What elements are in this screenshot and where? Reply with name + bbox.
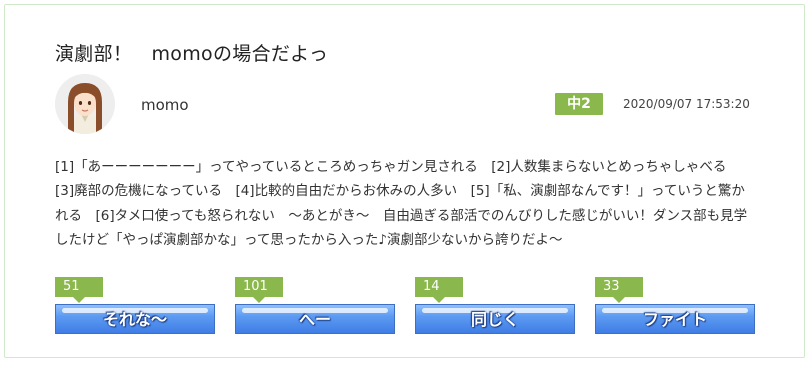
post-title: 演劇部！ momoの場合だよっ: [55, 43, 329, 65]
reaction-count: 14: [415, 277, 463, 303]
reaction-sorena-button[interactable]: それな〜: [55, 304, 215, 334]
reaction-fight-button[interactable]: ファイト: [595, 304, 755, 334]
reaction-label: ファイト: [642, 310, 707, 329]
username: momo: [141, 96, 189, 114]
post-body: [1]「あーーーーーーー」ってやっているところめっちゃガン見される [2]人数集…: [55, 159, 748, 249]
reaction-label: 同じく: [470, 310, 519, 329]
reaction-label: それな〜: [102, 310, 167, 329]
post-timestamp: 2020/09/07 17:53:20: [623, 97, 750, 111]
reaction-he-button[interactable]: へー: [235, 304, 395, 334]
reaction-count: 33: [595, 277, 643, 303]
avatar: [55, 74, 115, 134]
grade-badge: 中2: [555, 93, 603, 115]
reaction-fight: 33 ファイト: [595, 277, 755, 334]
post-card: 演劇部！ momoの場合だよっ momo 中2 2020/09/07 17:53…: [4, 4, 805, 358]
girl-avatar-icon: [55, 74, 115, 134]
reaction-count: 51: [55, 277, 103, 303]
reaction-count: 101: [235, 277, 283, 303]
reaction-sorena: 51 それな〜: [55, 277, 215, 334]
reaction-label: へー: [298, 310, 331, 329]
reaction-he: 101 へー: [235, 277, 395, 334]
reaction-onajiku: 14 同じく: [415, 277, 575, 334]
reaction-onajiku-button[interactable]: 同じく: [415, 304, 575, 334]
